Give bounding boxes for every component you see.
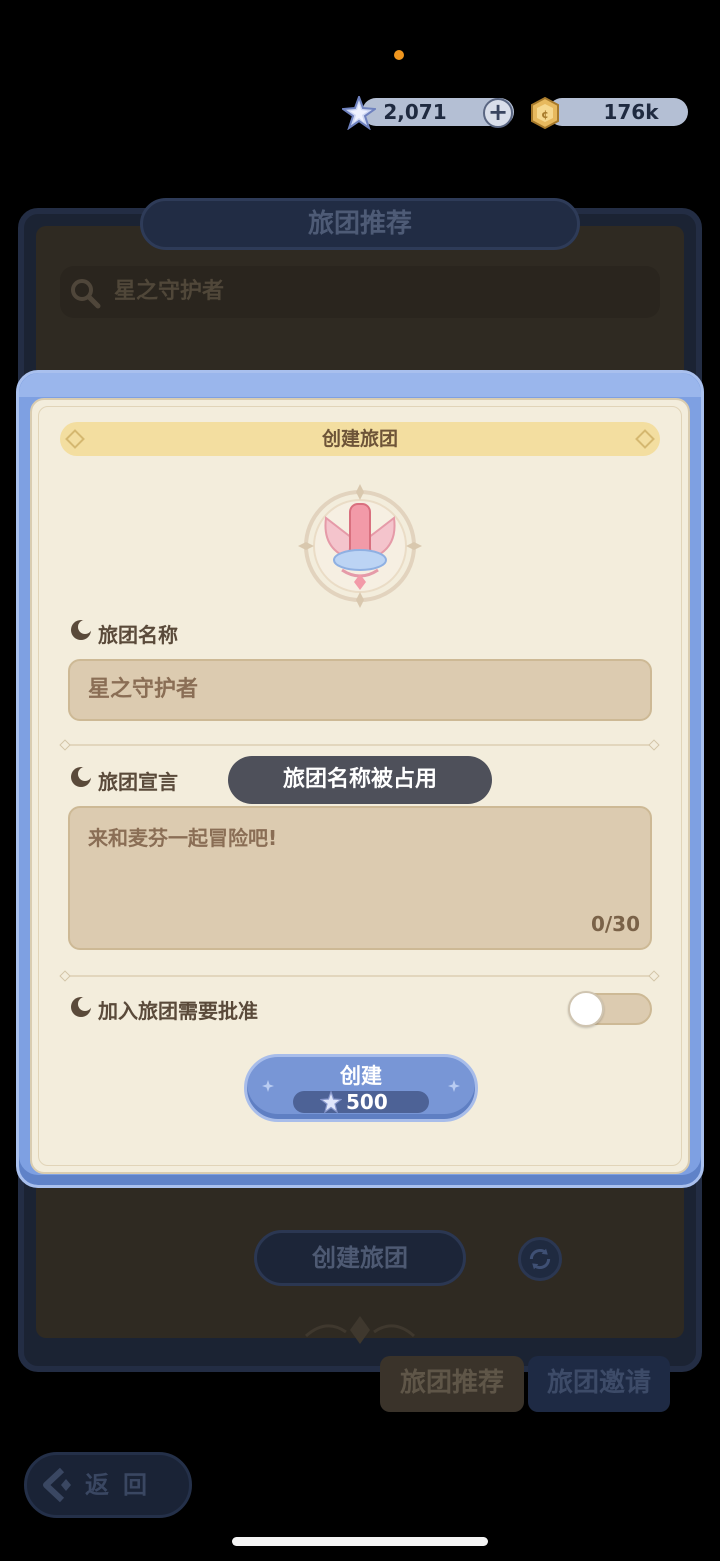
refresh-icon[interactable] <box>518 1237 562 1281</box>
coin-icon: ¢ <box>531 96 559 130</box>
home-indicator <box>232 1537 488 1546</box>
guild-declaration-label: 旅团宣言 <box>98 770 178 794</box>
star-gem-icon <box>342 96 376 130</box>
background-create-guild-button[interactable]: 创建旅团 <box>254 1230 466 1286</box>
create-button-label: 创建 <box>340 1064 382 1088</box>
search-icon <box>71 279 101 309</box>
approval-label: 加入旅团需要批准 <box>98 999 258 1023</box>
modal-frame-highlight <box>19 373 701 397</box>
star-gem-icon <box>320 1091 342 1113</box>
background-panel-title: 旅团推荐 <box>140 198 580 250</box>
back-arrow-icon <box>43 1467 71 1503</box>
add-gems-button[interactable]: + <box>483 98 513 128</box>
moon-bullet-icon <box>71 620 92 640</box>
guild-name-input[interactable]: 星之守护者 <box>68 659 652 721</box>
moon-bullet-icon <box>71 767 92 787</box>
ornament-icon <box>304 1316 416 1344</box>
create-cost-value: 500 <box>346 1090 388 1114</box>
tab-recommend[interactable]: 旅团推荐 <box>380 1356 524 1412</box>
character-counter: 0/30 <box>590 912 640 936</box>
divider <box>64 975 656 977</box>
coin-counter: 176k <box>548 98 688 126</box>
moon-bullet-icon <box>71 997 92 1017</box>
tab-invite[interactable]: 旅团邀请 <box>528 1356 670 1412</box>
modal-title: 创建旅团 <box>60 422 660 456</box>
error-toast: 旅团名称被占用 <box>228 756 492 804</box>
divider <box>64 744 656 746</box>
background-search-input[interactable]: 星之守护者 <box>60 266 660 318</box>
status-dot <box>394 50 404 60</box>
svg-text:¢: ¢ <box>541 108 549 121</box>
guild-name-label: 旅团名称 <box>98 623 178 647</box>
approval-toggle-knob[interactable] <box>568 991 604 1027</box>
guild-emblem-icon[interactable] <box>292 478 428 614</box>
